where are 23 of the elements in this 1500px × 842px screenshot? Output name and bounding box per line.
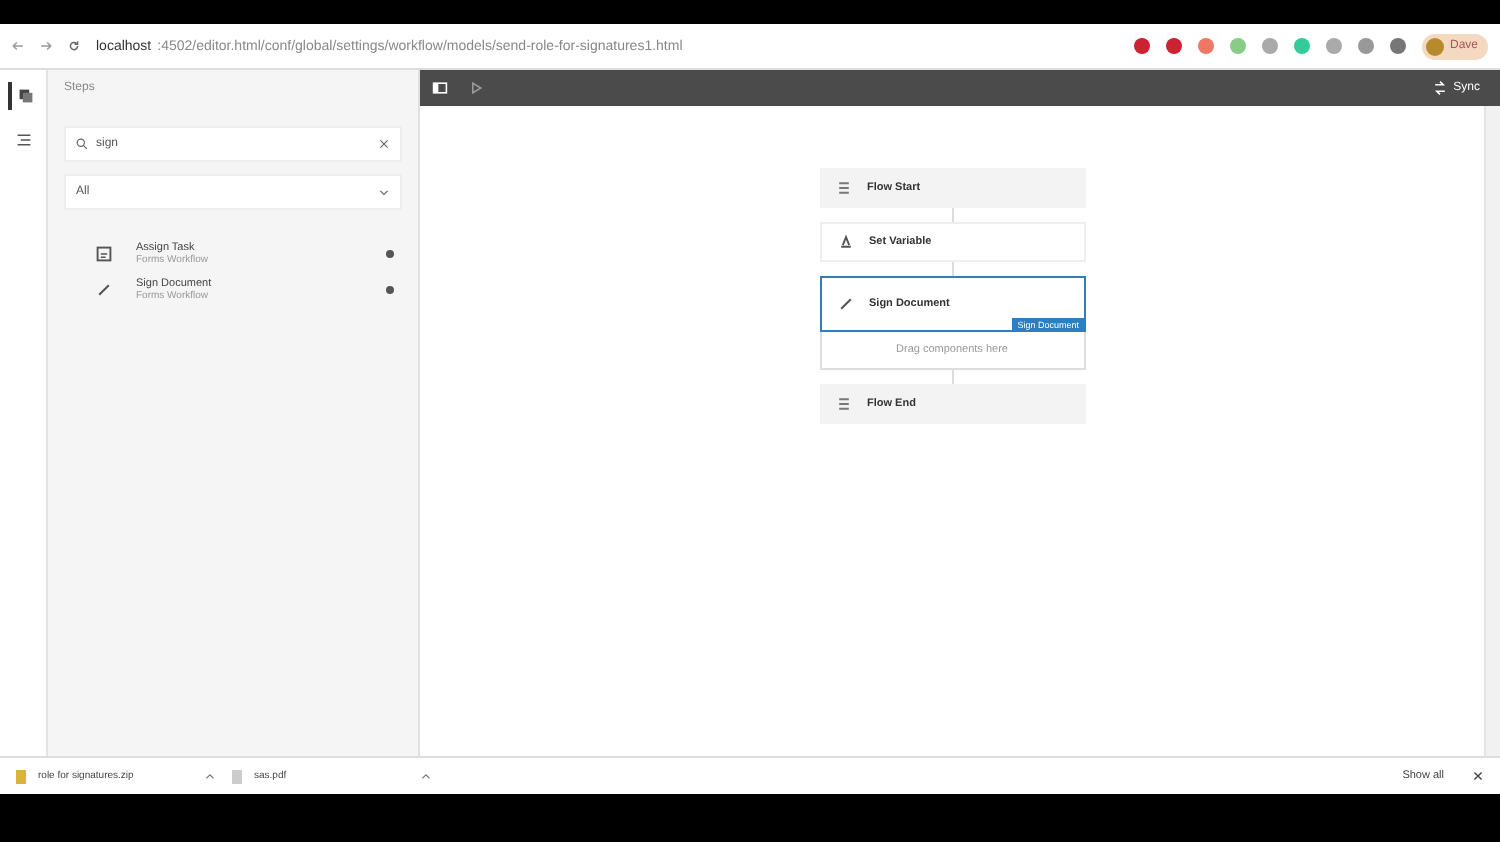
close-icon[interactable]: [1472, 770, 1484, 782]
list-icon: [835, 396, 851, 412]
variable-icon: [837, 234, 853, 250]
task-icon: [96, 246, 112, 262]
list-icon: [15, 132, 31, 148]
chevron-up-icon[interactable]: [204, 770, 216, 782]
panel-toggle-icon[interactable]: [432, 80, 448, 96]
pencil-icon: [96, 282, 112, 298]
reload-icon[interactable]: [68, 40, 80, 52]
search-icon: [76, 138, 88, 150]
layers-icon: [17, 88, 33, 104]
archive-icon: [16, 769, 26, 783]
scrollbar[interactable]: [1484, 106, 1500, 756]
sync-icon: [1431, 80, 1448, 96]
clear-icon[interactable]: [378, 138, 390, 150]
pencil-icon: [837, 296, 853, 312]
chevron-down-icon: [378, 186, 390, 198]
back-icon[interactable]: [12, 40, 24, 52]
play-icon[interactable]: [468, 80, 484, 96]
file-icon: [232, 769, 242, 783]
chevron-up-icon[interactable]: [420, 770, 432, 782]
list-icon: [835, 180, 851, 196]
forward-icon[interactable]: [40, 40, 52, 52]
